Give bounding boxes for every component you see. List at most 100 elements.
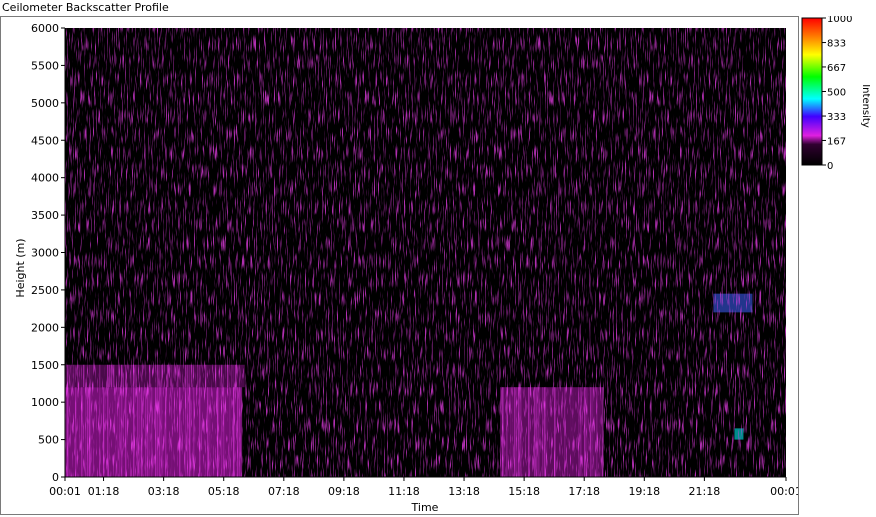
y-tick-label: 3500 <box>31 209 59 222</box>
backscatter-streak <box>187 387 189 477</box>
backscatter-streak <box>528 387 530 477</box>
backscatter-streak <box>207 387 209 477</box>
y-tick-label: 4000 <box>31 172 59 185</box>
backscatter-streak <box>592 387 594 477</box>
backscatter-streak <box>145 387 147 477</box>
backscatter-streak <box>546 387 548 477</box>
backscatter-streak <box>179 364 181 388</box>
y-tick-label: 6000 <box>31 22 59 35</box>
backscatter-streak <box>239 387 241 477</box>
backscatter-streak <box>554 387 556 477</box>
y-axis-label: Height (m) <box>14 238 27 297</box>
backscatter-streak <box>586 387 588 477</box>
backscatter-streak <box>205 364 207 388</box>
x-tick-label: 01:18 <box>88 485 120 498</box>
backscatter-streak <box>193 387 195 477</box>
x-axis: 00:01 01:18 03:18 05:18 07:18 09:18 11:18 13:18… <box>49 476 798 498</box>
backscatter-streak <box>163 387 164 477</box>
backscatter-streak <box>71 364 73 388</box>
backscatter-streak <box>502 387 504 477</box>
backscatter-streak <box>207 365 208 387</box>
x-tick-label: 00:01 <box>770 485 798 498</box>
backscatter-streak <box>73 364 75 388</box>
backscatter-streak <box>217 387 219 477</box>
backscatter-streak <box>87 387 89 477</box>
backscatter-streak <box>177 364 179 388</box>
y-tick-label: 3000 <box>31 247 59 260</box>
backscatter-streak <box>113 364 115 388</box>
backscatter-streak <box>135 364 137 388</box>
backscatter-streak <box>125 364 127 388</box>
backscatter-streak <box>117 387 119 477</box>
colorbar-tick-label: 0 <box>827 161 833 172</box>
backscatter-streak <box>121 364 123 388</box>
backscatter-streak <box>141 364 143 388</box>
backscatter-streak <box>520 387 522 477</box>
y-tick-label: 2500 <box>31 284 59 297</box>
y-tick-label: 0 <box>52 471 59 484</box>
backscatter-streak <box>241 387 243 477</box>
y-tick-label: 2000 <box>31 321 59 334</box>
backscatter-streak <box>233 364 235 388</box>
window-title: Ceilometer Backscatter Profile <box>2 1 169 14</box>
backscatter-streak <box>67 387 69 477</box>
colorbar-tick-label: 1000 <box>827 16 852 25</box>
backscatter-streak <box>602 387 604 477</box>
backscatter-streak <box>542 387 544 477</box>
backscatter-streak <box>91 387 93 477</box>
backscatter-streak <box>171 387 173 477</box>
backscatter-streak <box>516 387 518 477</box>
y-tick-label: 4500 <box>31 134 59 147</box>
colorbar-gradient <box>801 17 823 166</box>
backscatter-streak <box>103 387 105 477</box>
backscatter-streak <box>197 364 199 388</box>
backscatter-streak <box>137 387 139 477</box>
backscatter-streak <box>107 387 109 477</box>
backscatter-streak <box>139 387 141 477</box>
backscatter-streak <box>131 364 133 388</box>
backscatter-streak <box>179 387 181 477</box>
backscatter-streak <box>536 387 538 477</box>
backscatter-streak <box>107 364 109 388</box>
backscatter-streak <box>151 387 153 477</box>
backscatter-streak <box>193 364 195 388</box>
backscatter-streak <box>67 364 69 388</box>
backscatter-streak <box>121 387 123 477</box>
backscatter-streak <box>81 387 83 477</box>
backscatter-streak <box>167 364 169 388</box>
backscatter-streak <box>225 387 226 477</box>
backscatter-streak <box>161 364 163 388</box>
backscatter-streak <box>155 364 157 388</box>
backscatter-streak <box>99 364 101 388</box>
backscatter-streak <box>584 387 586 477</box>
x-axis-label: Time <box>411 501 439 514</box>
backscatter-streak <box>223 387 225 477</box>
y-tick-label: 5000 <box>31 97 59 110</box>
backscatter-streak <box>189 387 191 477</box>
backscatter-streak <box>219 364 221 388</box>
backscatter-streak <box>91 364 93 388</box>
backscatter-streak <box>534 387 536 477</box>
colorbar-tick-label: 333 <box>827 112 846 123</box>
backscatter-streak <box>81 364 83 388</box>
y-tick-label: 1000 <box>31 396 59 409</box>
backscatter-streak <box>199 364 201 388</box>
backscatter-streak <box>221 364 223 388</box>
backscatter-streak <box>215 364 217 388</box>
backscatter-streak <box>155 387 157 477</box>
backscatter-streak <box>205 387 206 477</box>
x-tick-label: 07:18 <box>268 485 300 498</box>
backscatter-streak <box>119 387 121 477</box>
x-tick-label: 00:01 <box>49 485 81 498</box>
backscatter-streak <box>83 364 85 388</box>
backscatter-streak <box>580 387 582 477</box>
backscatter-streak <box>227 364 229 388</box>
backscatter-streak <box>75 387 77 477</box>
x-tick-label: 13:18 <box>448 485 480 498</box>
backscatter-streak <box>85 387 87 477</box>
backscatter-streak <box>187 364 189 388</box>
backscatter-streak <box>133 387 135 477</box>
backscatter-streak <box>165 387 167 477</box>
backscatter-streak <box>518 387 520 477</box>
backscatter-streak <box>89 364 91 388</box>
